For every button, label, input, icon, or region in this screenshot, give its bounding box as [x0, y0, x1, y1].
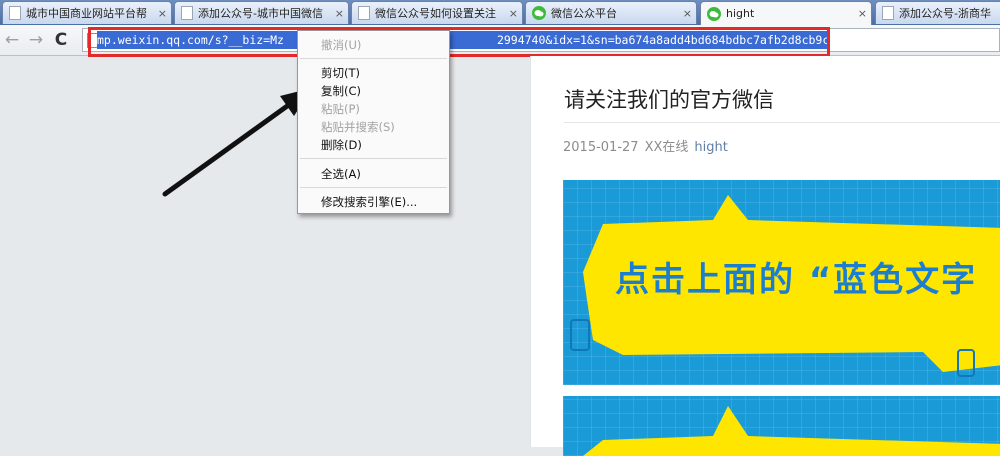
- article-date: 2015-01-27: [563, 140, 639, 155]
- article-pane: 请关注我们的官方微信 2015-01-27 XX在线 hight 点击上面的 “蓝色…: [530, 56, 1000, 456]
- banner-image: 点击上面的 “蓝色文字: [563, 180, 1000, 385]
- forward-arrow-icon[interactable]: →: [26, 30, 46, 50]
- banner-text: 点击上面的 “蓝色文字: [615, 260, 978, 300]
- tab-3[interactable]: 微信公众号如何设置关注 ×: [351, 1, 523, 24]
- menu-item-paste[interactable]: 粘贴(P): [321, 101, 360, 117]
- tab-2[interactable]: 添加公众号-城市中国微信 ×: [174, 1, 349, 24]
- banner-shape-2: [583, 406, 1000, 456]
- account-link[interactable]: hight: [694, 140, 727, 155]
- title-divider: [564, 122, 1000, 123]
- menu-separator: [300, 187, 447, 188]
- close-icon[interactable]: ×: [158, 7, 167, 20]
- menu-separator: [300, 158, 447, 159]
- context-menu: 撤消(U) 剪切(T) 复制(C) 粘贴(P) 粘贴并搜索(S) 删除(D) 全…: [297, 30, 450, 214]
- back-arrow-icon[interactable]: ←: [2, 30, 22, 50]
- tab-title: 微信公众平台: [551, 7, 617, 20]
- menu-item-copy[interactable]: 复制(C): [321, 83, 361, 99]
- tab-1[interactable]: 城市中国商业网站平台帮 ×: [2, 1, 172, 24]
- tab-strip: 城市中国商业网站平台帮 × 添加公众号-城市中国微信 × 微信公众号如何设置关注…: [0, 0, 1000, 25]
- tab-title: 添加公众号-城市中国微信: [198, 7, 323, 20]
- page-icon: [882, 6, 894, 20]
- url-highlight-box: [88, 27, 830, 57]
- tab-title: 微信公众号如何设置关注: [375, 7, 496, 20]
- menu-item-select-all[interactable]: 全选(A): [321, 166, 361, 182]
- tab-4[interactable]: 微信公众平台 ×: [525, 1, 697, 24]
- menu-item-edit-search-engines[interactable]: 修改搜索引擎(E)...: [321, 194, 417, 210]
- article-source: XX在线: [644, 140, 689, 155]
- wechat-icon: [532, 6, 546, 20]
- page-icon: [181, 6, 193, 20]
- close-icon[interactable]: ×: [683, 7, 692, 20]
- menu-item-cut[interactable]: 剪切(T): [321, 65, 360, 81]
- article-title: 请关注我们的官方微信: [564, 88, 774, 112]
- page-icon: [358, 6, 370, 20]
- close-icon[interactable]: ×: [335, 7, 344, 20]
- reload-icon[interactable]: C: [51, 30, 71, 50]
- menu-item-undo[interactable]: 撤消(U): [321, 37, 361, 53]
- close-icon[interactable]: ×: [858, 7, 867, 20]
- page-icon: [9, 6, 21, 20]
- banner-image-2: [563, 396, 1000, 456]
- menu-item-paste-and-search[interactable]: 粘贴并搜索(S): [321, 119, 395, 135]
- tab-6[interactable]: 添加公众号-浙商华: [875, 1, 1000, 24]
- tab-title: 添加公众号-浙商华: [899, 7, 991, 20]
- tab-title: 城市中国商业网站平台帮: [26, 7, 147, 20]
- close-icon[interactable]: ×: [509, 7, 518, 20]
- pointer-arrow-icon: [162, 88, 312, 197]
- wechat-icon: [707, 6, 721, 21]
- menu-separator: [300, 58, 447, 59]
- article-meta: 2015-01-27 XX在线 hight: [563, 136, 728, 155]
- tab-title: hight: [726, 7, 755, 20]
- tab-5-active[interactable]: hight ×: [700, 1, 872, 25]
- menu-item-delete[interactable]: 删除(D): [321, 137, 362, 153]
